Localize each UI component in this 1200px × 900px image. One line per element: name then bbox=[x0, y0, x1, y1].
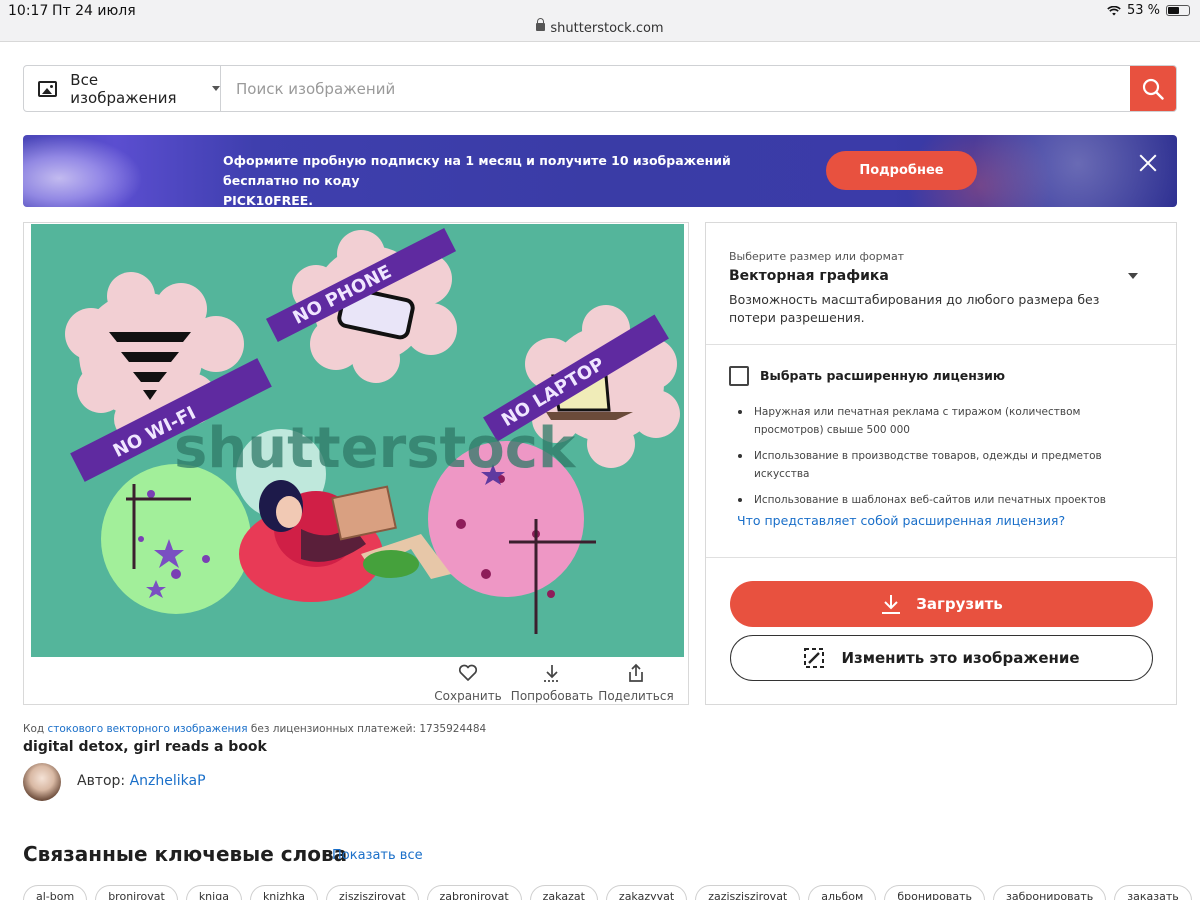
promo-text-line1: Оформите пробную подписку на 1 месяц и п… bbox=[223, 153, 731, 188]
edit-label: Изменить это изображение bbox=[841, 649, 1080, 667]
related-keywords-heading: Связанные ключевые слова bbox=[23, 842, 348, 866]
keyword-chip[interactable]: zakazat bbox=[529, 885, 598, 900]
keyword-chip[interactable]: заказать bbox=[1114, 885, 1192, 900]
status-time: 10:17 bbox=[8, 3, 49, 19]
image-type-dropdown[interactable]: Все изображения bbox=[24, 66, 221, 111]
author-line: Автор: AnzhelikaP bbox=[77, 773, 206, 789]
try-button[interactable]: Попробовать bbox=[510, 661, 594, 703]
image-code: Код стокового векторного изображения без… bbox=[23, 723, 486, 735]
image-type-label: Все изображения bbox=[70, 70, 177, 107]
download-button[interactable]: Загрузить bbox=[730, 581, 1153, 627]
keyword-chip[interactable]: knizhka bbox=[249, 885, 318, 900]
keyword-chip[interactable]: bronirovat bbox=[95, 885, 178, 900]
promo-banner: Оформите пробную подписку на 1 месяц и п… bbox=[23, 135, 1177, 207]
try-label: Попробовать bbox=[510, 689, 594, 703]
search-icon bbox=[1142, 78, 1164, 100]
watermark-text: shutterstock bbox=[174, 416, 577, 481]
keyword-chip[interactable]: zazisziszirovat bbox=[695, 885, 801, 900]
image-preview-card: NO WI-FI NO PHONE NO LAPTOP shutterstock… bbox=[23, 222, 689, 705]
download-icon bbox=[544, 665, 560, 682]
keyword-chip[interactable]: zakazyvat bbox=[605, 885, 688, 900]
keyword-chip[interactable]: бронировать bbox=[884, 885, 985, 900]
list-item: Использование в шаблонах веб-сайтов или … bbox=[736, 491, 1146, 509]
avatar[interactable] bbox=[23, 763, 61, 801]
chevron-down-icon bbox=[212, 86, 220, 91]
keyword-chip[interactable]: zisziszirovat bbox=[326, 885, 419, 900]
search-input[interactable] bbox=[221, 66, 1130, 111]
close-icon[interactable] bbox=[1139, 154, 1157, 172]
promo-details-button[interactable]: Подробнее bbox=[826, 151, 977, 190]
edit-icon bbox=[804, 648, 825, 668]
status-indicators: 53 % bbox=[1107, 3, 1190, 18]
browser-chrome: 10:17 Пт 24 июля 53 % shutterstock.com bbox=[0, 0, 1200, 42]
code-suffix: без лицензионных платежей: 1735924484 bbox=[250, 723, 487, 735]
format-select[interactable]: Векторная графика bbox=[729, 268, 889, 284]
author-link[interactable]: AnzhelikaP bbox=[130, 773, 206, 789]
license-panel: Выберите размер или формат Векторная гра… bbox=[705, 222, 1177, 705]
share-icon bbox=[629, 663, 643, 682]
extended-license-link[interactable]: Что представляет собой расширенная лицен… bbox=[737, 513, 1065, 528]
download-label: Загрузить bbox=[916, 595, 1003, 613]
promo-decoration bbox=[23, 135, 143, 207]
search-button[interactable] bbox=[1130, 66, 1176, 111]
download-icon bbox=[882, 595, 901, 614]
divider bbox=[706, 344, 1176, 345]
keyword-chip[interactable]: альбом bbox=[808, 885, 877, 900]
author-label: Автор: bbox=[77, 773, 126, 789]
code-prefix: Код bbox=[23, 723, 45, 735]
lock-icon bbox=[536, 18, 546, 31]
image-icon bbox=[38, 80, 58, 97]
edit-image-button[interactable]: Изменить это изображение bbox=[730, 635, 1153, 681]
image-actions: Сохранить Попробовать Поделиться bbox=[426, 661, 678, 703]
keyword-chip[interactable]: zabronirovat bbox=[426, 885, 522, 900]
status-date: Пт 24 июля bbox=[52, 3, 136, 19]
url-text: shutterstock.com bbox=[550, 21, 664, 36]
divider bbox=[706, 557, 1176, 558]
heart-icon bbox=[458, 664, 478, 681]
keyword-chip[interactable]: забронировать bbox=[993, 885, 1107, 900]
keyword-chip[interactable]: al-bom bbox=[23, 885, 88, 900]
wifi-icon bbox=[1107, 5, 1121, 15]
extended-license-label[interactable]: Выбрать расширенную лицензию bbox=[760, 368, 1005, 383]
chevron-down-icon[interactable] bbox=[1128, 273, 1138, 279]
extended-license-list: Наружная или печатная реклама с тиражом … bbox=[736, 403, 1146, 517]
extended-license-checkbox[interactable] bbox=[729, 366, 749, 386]
keyword-chips: al-bom bronirovat kniga knizhka zisziszi… bbox=[23, 885, 1192, 900]
share-button[interactable]: Поделиться bbox=[594, 661, 678, 703]
keyword-chip[interactable]: kniga bbox=[185, 885, 242, 900]
show-all-link[interactable]: Показать все bbox=[332, 848, 423, 863]
list-item: Использование в производстве товаров, од… bbox=[736, 447, 1146, 483]
battery-percent: 53 % bbox=[1126, 3, 1160, 18]
save-label: Сохранить bbox=[434, 689, 502, 703]
promo-text: Оформите пробную подписку на 1 месяц и п… bbox=[223, 151, 793, 207]
image-title: digital detox, girl reads a book bbox=[23, 739, 267, 755]
list-item: Наружная или печатная реклама с тиражом … bbox=[736, 403, 1146, 439]
share-label: Поделиться bbox=[598, 689, 674, 703]
battery-icon bbox=[1166, 5, 1190, 16]
format-label: Выберите размер или формат bbox=[729, 250, 905, 263]
address-bar[interactable]: shutterstock.com bbox=[0, 18, 1200, 36]
artwork-image[interactable]: NO WI-FI NO PHONE NO LAPTOP shutterstock bbox=[31, 224, 684, 657]
format-description: Возможность масштабирования до любого ра… bbox=[729, 292, 1100, 325]
artwork-illustration: NO WI-FI NO PHONE NO LAPTOP shutterstock bbox=[65, 228, 680, 634]
search-bar: Все изображения bbox=[23, 65, 1177, 112]
save-button[interactable]: Сохранить bbox=[426, 661, 510, 703]
code-link[interactable]: стокового векторного изображения bbox=[47, 723, 247, 735]
promo-text-line2: PICK10FREE. bbox=[223, 193, 314, 207]
